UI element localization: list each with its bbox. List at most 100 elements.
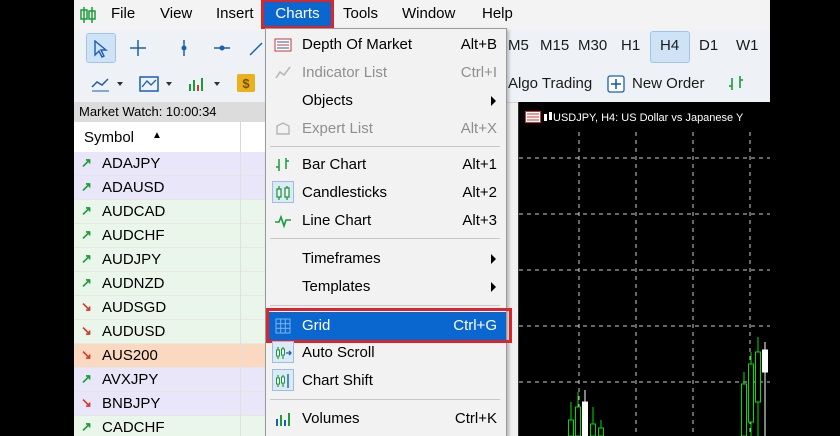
- cursor-tool-button[interactable]: [86, 33, 116, 63]
- menu-item-candlesticks[interactable]: Candlesticks Alt+2: [266, 179, 506, 207]
- arrow-up-icon: ↗: [81, 251, 92, 266]
- auto-scroll-icon: [276, 347, 292, 359]
- menu-item-label: Expert List: [302, 120, 373, 137]
- crosshair-icon: [130, 40, 146, 56]
- market-watch-row[interactable]: ↘ AUDSGD: [74, 296, 266, 320]
- market-watch-row[interactable]: ↘ BNBJPY: [74, 392, 266, 416]
- symbol-name: BNBJPY: [102, 395, 161, 412]
- vertical-line-button[interactable]: [170, 33, 198, 61]
- menu-item-auto-scroll[interactable]: Auto Scroll: [266, 339, 506, 367]
- arrow-up-icon: ↗: [81, 371, 92, 386]
- menu-item-label: Candlesticks: [302, 184, 388, 201]
- menu-item-shortcut: Ctrl+I: [460, 64, 497, 81]
- timeframe-d1[interactable]: D1: [699, 37, 718, 54]
- candle-body: [598, 427, 604, 436]
- column-divider: [240, 416, 241, 436]
- trendline-button[interactable]: [244, 33, 263, 61]
- menu-item-shortcut: Alt+B: [460, 36, 497, 53]
- chart-type-icon: [544, 112, 552, 121]
- market-watch-row[interactable]: ↗ AUDJPY: [74, 248, 266, 272]
- volumes-icon: [276, 413, 290, 426]
- algo-trading-button[interactable]: Algo Trading: [508, 75, 592, 92]
- menu-item-label: Line Chart: [302, 212, 372, 229]
- menu-view[interactable]: View: [160, 5, 192, 22]
- menu-item-chart-shift[interactable]: Chart Shift: [266, 367, 506, 395]
- menu-charts[interactable]: Charts: [261, 0, 334, 29]
- arrow-up-icon: ↗: [81, 203, 92, 218]
- bar-chart-toolbar-icon[interactable]: [726, 74, 748, 94]
- timeframe-h1[interactable]: H1: [621, 37, 640, 54]
- indicators-dropdown-button[interactable]: [86, 69, 126, 97]
- menu-window[interactable]: Window: [402, 5, 455, 22]
- menu-help[interactable]: Help: [482, 5, 513, 22]
- column-divider: [240, 344, 241, 368]
- arrow-down-icon: ↘: [81, 299, 92, 314]
- timeframe-m5[interactable]: M5: [508, 37, 529, 54]
- symbol-name: AUDCHF: [102, 227, 165, 244]
- submenu-arrow-icon: [491, 282, 496, 292]
- candle-body: [755, 351, 761, 403]
- candle-body: [762, 349, 768, 373]
- submenu-arrow-icon: [491, 254, 496, 264]
- symbol-name: AUDCAD: [102, 203, 166, 220]
- new-order-icon: [607, 75, 625, 93]
- market-watch-row[interactable]: ↘ AUDUSD: [74, 320, 266, 344]
- column-divider: [240, 272, 241, 296]
- menu-item-objects[interactable]: Objects: [266, 87, 506, 115]
- menu-item-line-chart[interactable]: Line Chart Alt+3: [266, 207, 506, 235]
- arrow-down-icon: ↘: [81, 347, 92, 362]
- menu-item-label: Templates: [302, 278, 371, 295]
- market-watch-title: Market Watch: 10:00:34: [74, 102, 266, 122]
- chart-window[interactable]: USDJPY, H4: US Dollar vs Japanese Y: [518, 102, 770, 436]
- column-divider: [240, 152, 241, 176]
- arrow-down-icon: ↘: [81, 395, 92, 410]
- chart-shift-icon: [276, 374, 289, 388]
- symbol-flag-icon: [525, 111, 541, 123]
- market-watch-row[interactable]: ↗ AUDCHF: [74, 224, 266, 248]
- column-divider: [240, 122, 241, 152]
- crosshair-tool-button[interactable]: [124, 33, 152, 61]
- volumes-dropdown-button[interactable]: [182, 69, 226, 97]
- oscillators-dropdown-button[interactable]: [134, 69, 176, 97]
- menu-separator: [270, 146, 500, 147]
- menu-item-bar-chart[interactable]: Bar Chart Alt+1: [266, 151, 506, 179]
- submenu-arrow-icon: [491, 96, 496, 106]
- timeframe-m15[interactable]: M15: [540, 37, 569, 54]
- market-watch-row[interactable]: ↗ ADAJPY: [74, 152, 266, 176]
- menu-insert[interactable]: Insert: [216, 5, 254, 22]
- market-watch-row[interactable]: ↘ AUS200: [74, 344, 266, 368]
- grid-highlight-box: [266, 308, 512, 343]
- bill-of-exchange-button[interactable]: $: [234, 69, 258, 97]
- chart-canvas: [519, 132, 770, 436]
- menu-item-templates[interactable]: Templates: [266, 273, 506, 301]
- menu-tools[interactable]: Tools: [343, 5, 378, 22]
- menu-item-volumes[interactable]: Volumes Ctrl+K: [266, 405, 506, 433]
- menu-item-timeframes[interactable]: Timeframes: [266, 245, 506, 273]
- menu-file[interactable]: File: [111, 5, 135, 22]
- timeframe-m30[interactable]: M30: [578, 37, 607, 54]
- terminal-window: File View Insert Charts Tools Window Hel…: [74, 0, 770, 436]
- timeframe-w1[interactable]: W1: [736, 37, 759, 54]
- symbol-column-header[interactable]: Symbol: [84, 129, 134, 146]
- candle-body: [590, 423, 596, 436]
- menu-item-label: Indicator List: [302, 64, 388, 81]
- market-watch-row[interactable]: ↗ CADCHF: [74, 416, 266, 436]
- line-chart-icon: [275, 214, 291, 229]
- market-watch-header: Symbol ▲: [74, 122, 266, 153]
- cursor-icon: [94, 40, 108, 58]
- menu-item-depth-of-market[interactable]: Depth Of Market Alt+B: [266, 31, 506, 59]
- market-watch-row[interactable]: ↗ AUDNZD: [74, 272, 266, 296]
- market-watch-panel: Market Watch: 10:00:34 Symbol ▲ ↗ ADAJPY ↗…: [74, 102, 267, 436]
- market-watch-row[interactable]: ↗ AVXJPY: [74, 368, 266, 392]
- menu-item-label: Chart Shift: [302, 372, 373, 389]
- market-watch-row[interactable]: ↗ ADAUSD: [74, 176, 266, 200]
- column-divider: [240, 176, 241, 200]
- menu-separator: [270, 238, 500, 239]
- new-order-button[interactable]: New Order: [632, 75, 705, 92]
- line-indicator-icon: [91, 78, 123, 92]
- market-watch-row[interactable]: ↗ AUDCAD: [74, 200, 266, 224]
- menu-item-shortcut: Alt+1: [462, 156, 497, 173]
- candle-body: [741, 383, 747, 436]
- timeframe-h4[interactable]: H4: [660, 37, 679, 54]
- horizontal-line-button[interactable]: [208, 33, 236, 61]
